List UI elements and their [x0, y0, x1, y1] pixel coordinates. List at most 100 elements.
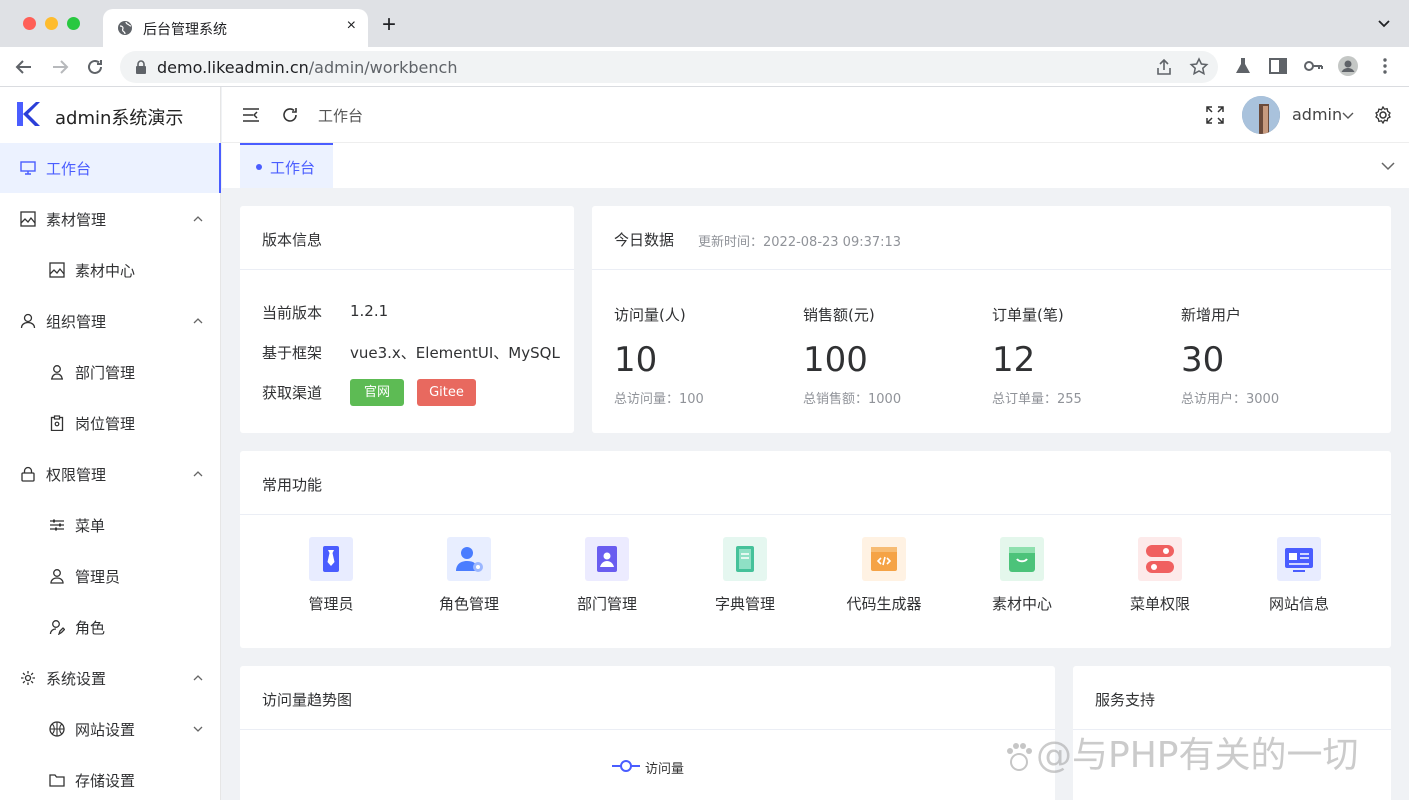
- active-dot: [256, 164, 262, 170]
- watermark: @与PHP有关的一切: [1002, 726, 1359, 778]
- address-bar[interactable]: demo.likeadmin.cn/admin/workbench: [120, 51, 1218, 83]
- tab-close-icon[interactable]: ×: [347, 17, 356, 35]
- close-window-button[interactable]: [23, 17, 36, 30]
- user-edit-icon: [49, 620, 65, 635]
- stat-value: 30: [1181, 340, 1225, 380]
- lock-icon[interactable]: [135, 60, 147, 74]
- gitee-button[interactable]: Gitee: [417, 379, 476, 406]
- sidebar-item-label: 系统设置: [46, 670, 107, 688]
- sidebar-item-label: 管理员: [75, 568, 121, 586]
- sidebar-item-material-center[interactable]: 素材中心: [0, 245, 221, 295]
- username[interactable]: admin: [1292, 105, 1342, 124]
- person-icon: [51, 365, 63, 380]
- legend-label: 访问量: [645, 762, 685, 777]
- gear-icon: [21, 671, 35, 685]
- bookmark-star-icon[interactable]: [1189, 57, 1209, 77]
- version-info-card: 版本信息 当前版本 1.2.1 基于框架 vue3.x、ElementUI、My…: [240, 206, 574, 433]
- basket-icon: [1000, 537, 1044, 581]
- sidebar: admin系统演示 工作台 素材管理 素材中心 组织管理 部门管理 岗位管理 权…: [0, 87, 221, 800]
- app-name: admin系统演示: [55, 108, 184, 129]
- stat-sales: 销售额(元) 100 总销售额：1000: [803, 206, 992, 407]
- function-role-management[interactable]: 角色管理: [409, 537, 529, 617]
- chevron-down-icon[interactable]: [1381, 159, 1395, 173]
- sidebar-item-label: 组织管理: [46, 313, 107, 331]
- settings-gear-icon[interactable]: [1374, 106, 1392, 124]
- version-label: 当前版本: [262, 304, 323, 322]
- chevron-down-icon[interactable]: [1342, 109, 1354, 121]
- sidebar-item-workbench[interactable]: 工作台: [0, 143, 221, 193]
- sidebar-item-system-settings[interactable]: 系统设置: [0, 653, 221, 703]
- sidebar-item-permission[interactable]: 权限管理: [0, 449, 221, 499]
- stat-label: 销售额(元): [803, 306, 875, 324]
- stat-value: 12: [992, 340, 1036, 380]
- stat-label: 订单量(笔): [992, 306, 1064, 324]
- card-title: 服务支持: [1095, 691, 1156, 709]
- visit-trend-card: 访问量趋势图 访问量: [240, 666, 1055, 800]
- sidebar-item-organization[interactable]: 组织管理: [0, 296, 221, 346]
- sidebar-item-menu[interactable]: 菜单: [0, 500, 221, 550]
- function-admin[interactable]: 管理员: [271, 537, 391, 617]
- channel-label: 获取渠道: [262, 384, 323, 402]
- labs-flask-icon[interactable]: [1232, 55, 1254, 77]
- stat-total: 总访问量：100: [614, 392, 704, 407]
- more-menu-icon[interactable]: [1374, 55, 1396, 77]
- function-label: 部门管理: [576, 595, 637, 613]
- card-title: 常用功能: [262, 476, 323, 494]
- reload-icon[interactable]: [84, 56, 106, 78]
- function-label: 角色管理: [438, 595, 499, 613]
- official-site-button[interactable]: 官网: [350, 379, 404, 406]
- sidebar-item-label: 角色: [75, 619, 106, 637]
- stat-value: 10: [614, 340, 658, 380]
- refresh-icon[interactable]: [281, 106, 299, 124]
- function-dictionary-management[interactable]: 字典管理: [685, 537, 805, 617]
- share-icon[interactable]: [1154, 57, 1174, 77]
- framework-label: 基于框架: [262, 344, 323, 362]
- avatar[interactable]: [1242, 96, 1280, 134]
- fullscreen-icon[interactable]: [1206, 106, 1224, 124]
- sidebar-item-storage-settings[interactable]: 存储设置: [0, 755, 221, 800]
- sidebar-item-admin[interactable]: 管理员: [0, 551, 221, 601]
- new-tab-button[interactable]: +: [382, 13, 396, 37]
- sidebar-item-role[interactable]: 角色: [0, 602, 221, 652]
- function-department-management[interactable]: 部门管理: [547, 537, 667, 617]
- collapse-menu-icon[interactable]: [242, 106, 260, 124]
- sidebar-item-website-settings[interactable]: 网站设置: [0, 704, 221, 754]
- stat-total: 总访用户：3000: [1181, 392, 1280, 407]
- tab-search-chevron-icon[interactable]: [1377, 17, 1391, 31]
- card-title: 访问量趋势图: [262, 691, 353, 709]
- function-material-center[interactable]: 素材中心: [962, 537, 1082, 617]
- function-label: 字典管理: [714, 595, 775, 613]
- back-arrow-icon[interactable]: [13, 56, 35, 78]
- minimize-window-button[interactable]: [45, 17, 58, 30]
- card-header: 服务支持: [1073, 666, 1391, 730]
- chevron-up-icon: [193, 675, 203, 681]
- tab-workbench[interactable]: 工作台: [240, 143, 333, 188]
- stat-total: 总销售额：1000: [803, 392, 902, 407]
- card-title: 版本信息: [262, 231, 323, 249]
- book-icon: [723, 537, 767, 581]
- sidebar-item-label: 菜单: [75, 517, 106, 535]
- sidebar-item-department[interactable]: 部门管理: [0, 347, 221, 397]
- key-icon[interactable]: [1302, 55, 1324, 77]
- sidebar-item-label: 网站设置: [75, 721, 136, 739]
- function-menu-permission[interactable]: 菜单权限: [1100, 537, 1220, 617]
- sidebar-item-label: 岗位管理: [75, 415, 136, 433]
- function-code-generator[interactable]: 代码生成器: [824, 537, 944, 617]
- url-text[interactable]: demo.likeadmin.cn/admin/workbench: [157, 58, 457, 77]
- side-panel-icon[interactable]: [1267, 55, 1289, 77]
- sidebar-item-material[interactable]: 素材管理: [0, 194, 221, 244]
- sidebar-item-position[interactable]: 岗位管理: [0, 398, 221, 448]
- folder-icon: [49, 774, 65, 787]
- image-icon: [20, 211, 36, 227]
- user-icon: [20, 313, 36, 329]
- function-website-info[interactable]: 网站信息: [1239, 537, 1359, 617]
- forward-arrow-icon[interactable]: [49, 56, 71, 78]
- chevron-up-icon: [193, 318, 203, 324]
- stat-visits: 访问量(人) 10 总访问量：100: [614, 206, 803, 407]
- sidebar-item-label: 部门管理: [75, 364, 136, 382]
- browser-tab[interactable]: 后台管理系统 ×: [103, 9, 368, 47]
- maximize-window-button[interactable]: [67, 17, 80, 30]
- profile-icon[interactable]: [1337, 55, 1359, 77]
- stat-value: 100: [803, 340, 868, 380]
- framework-value: vue3.x、ElementUI、MySQL: [350, 344, 560, 362]
